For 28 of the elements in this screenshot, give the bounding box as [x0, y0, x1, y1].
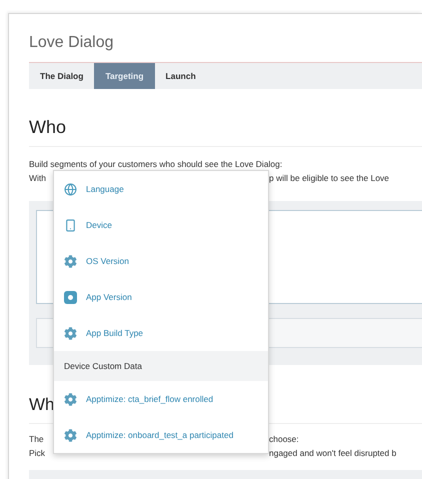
description-text: choose: [269, 433, 299, 446]
gear-icon [64, 326, 77, 340]
tab[interactable]: Targeting [94, 63, 155, 89]
page-title: Love Dialog [29, 33, 114, 53]
description-text: p will be eligible to see the Love [269, 172, 390, 185]
phone-icon [64, 218, 77, 232]
section-heading: Who [29, 117, 422, 147]
menu-item[interactable]: OS Version [54, 243, 268, 279]
tab[interactable]: The Dialog [29, 63, 94, 89]
menu-item[interactable]: Device [54, 207, 268, 243]
menu-item[interactable]: Apptimize: onboard_test_a participated [54, 417, 268, 453]
description-text: The [29, 433, 44, 446]
menu-item[interactable]: Language [54, 171, 268, 207]
section-heading: Wh [29, 395, 54, 415]
gear-icon [64, 254, 77, 268]
app-icon [64, 290, 77, 304]
globe-icon [64, 182, 77, 196]
gear-icon [64, 428, 77, 442]
description-text: Build segments of your customers who should see the Love Dialog: [29, 158, 284, 171]
menu-item[interactable]: Apptimize: cta_brief_flow enrolled [54, 381, 268, 417]
menu-item[interactable]: App Version [54, 279, 268, 315]
menu-item[interactable]: App Build Type [54, 315, 268, 351]
description-text: ngaged and won't feel disrupted b [269, 447, 396, 460]
description-text: With [29, 172, 46, 185]
menu-section-header: Device Custom Data [54, 351, 268, 381]
gear-icon [64, 392, 77, 406]
tab[interactable]: Launch [154, 63, 207, 89]
description-text: Pick [29, 447, 46, 460]
